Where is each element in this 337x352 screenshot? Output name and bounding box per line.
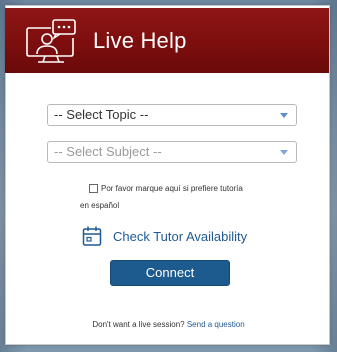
send-question-link[interactable]: Send a question	[187, 320, 245, 329]
topic-select-value: -- Select Topic --	[54, 107, 149, 122]
calendar-icon	[82, 226, 102, 246]
footer: Don't want a live session? Send a questi…	[0, 320, 337, 329]
header-title: Live Help	[93, 28, 187, 53]
connect-button[interactable]: Connect	[110, 260, 230, 286]
check-availability-label: Check Tutor Availability	[113, 228, 248, 244]
chevron-down-icon	[280, 150, 288, 155]
check-availability-link[interactable]: Check Tutor Availability	[82, 224, 247, 248]
subject-select-value: -- Select Subject --	[54, 144, 162, 159]
subject-select[interactable]: -- Select Subject --	[47, 141, 297, 163]
spanish-checkbox[interactable]	[89, 184, 98, 193]
spanish-label-line1: Por favor marque aquí si prefiere tutorí…	[101, 184, 243, 193]
footer-prompt: Don't want a live session?	[92, 320, 185, 329]
spanish-preference: Por favor marque aquí si prefiere tutorí…	[80, 180, 280, 214]
live-chat-icon	[26, 19, 76, 63]
topic-select[interactable]: -- Select Topic --	[47, 104, 297, 126]
chevron-down-icon	[280, 113, 288, 118]
widget-header: Live Help	[5, 8, 329, 73]
spanish-label-line2: en español	[80, 201, 120, 210]
